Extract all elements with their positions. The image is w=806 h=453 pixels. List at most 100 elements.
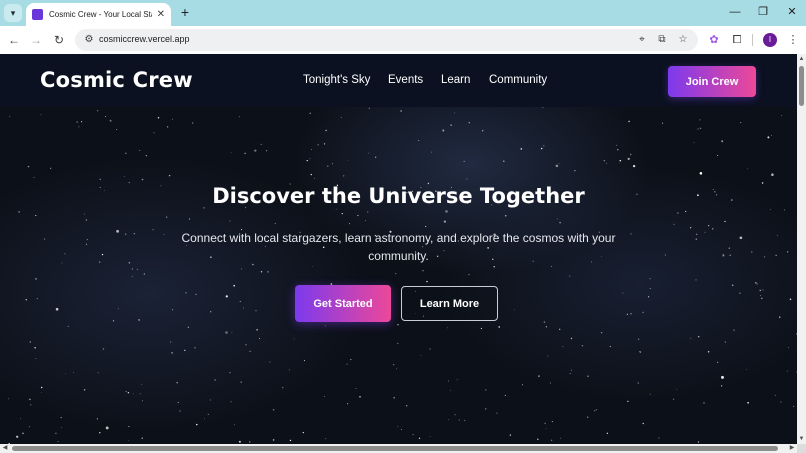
star <box>225 295 228 298</box>
minimize-icon[interactable]: — <box>726 4 744 20</box>
learn-more-button[interactable]: Learn More <box>401 286 498 321</box>
star <box>760 295 761 296</box>
star <box>397 342 399 345</box>
star <box>22 432 24 435</box>
plus-icon[interactable]: + <box>177 4 193 20</box>
star <box>309 112 311 114</box>
nav-events[interactable]: Events <box>388 74 423 86</box>
get-started-button[interactable]: Get Started <box>295 285 391 322</box>
address-bar[interactable]: ⚙ cosmiccrew.vercel.app ⌖ ⧉ ☆ <box>75 29 698 51</box>
star <box>724 220 726 223</box>
star <box>547 355 549 357</box>
nav-community[interactable]: Community <box>489 74 547 86</box>
star <box>214 379 216 381</box>
vertical-scroll-thumb[interactable] <box>799 66 804 106</box>
star <box>230 401 232 403</box>
star <box>420 355 422 356</box>
more-vertical-icon[interactable]: ⋮ <box>785 32 801 48</box>
star-icon[interactable]: ☆ <box>676 33 690 47</box>
arrow-right-icon[interactable]: → <box>28 32 44 48</box>
star <box>28 426 30 428</box>
star <box>647 296 650 298</box>
close-icon[interactable]: ✕ <box>157 9 165 20</box>
nav-tonights-sky[interactable]: Tonight's Sky <box>303 74 370 86</box>
star <box>549 382 551 384</box>
star <box>456 379 458 381</box>
star <box>724 341 726 343</box>
star <box>152 228 154 231</box>
browser-tab[interactable]: Cosmic Crew - Your Local Starg ✕ <box>26 3 171 26</box>
star <box>323 143 326 145</box>
star <box>259 337 261 340</box>
arrow-left-icon[interactable]: ← <box>6 32 22 48</box>
star <box>442 129 445 132</box>
star <box>480 327 482 330</box>
star <box>124 233 127 235</box>
install-app-icon[interactable]: ⧉ <box>655 33 669 47</box>
star <box>422 269 424 272</box>
star <box>310 148 313 150</box>
star <box>707 350 710 353</box>
star <box>574 170 576 172</box>
star <box>695 279 697 281</box>
star <box>195 293 197 296</box>
star <box>746 368 748 370</box>
location-pin-icon[interactable]: ⌖ <box>635 33 649 47</box>
scroll-right-icon[interactable]: ▶ <box>788 444 796 453</box>
star <box>238 440 241 443</box>
tab-title: Cosmic Crew - Your Local Starg <box>49 10 152 19</box>
star <box>400 110 402 112</box>
star <box>83 213 85 215</box>
star <box>73 371 74 373</box>
star <box>143 273 145 275</box>
star <box>350 359 352 361</box>
star <box>229 371 231 374</box>
star <box>331 163 334 165</box>
avatar[interactable]: I <box>763 33 777 47</box>
star <box>29 398 31 401</box>
scroll-left-icon[interactable]: ◀ <box>1 444 9 453</box>
vertical-scrollbar[interactable]: ▲ ▼ <box>797 54 806 444</box>
star <box>639 351 641 353</box>
puzzle-icon[interactable]: ⧠ <box>729 32 745 48</box>
scroll-up-icon[interactable]: ▲ <box>798 55 805 63</box>
star <box>446 327 448 329</box>
horizontal-scrollbar[interactable]: ◀ ▶ <box>0 444 797 453</box>
tune-icon[interactable]: ⚙ <box>82 33 96 47</box>
chevron-down-icon[interactable]: ▾ <box>4 4 22 22</box>
brand-logo[interactable]: Cosmic Crew <box>40 68 193 92</box>
close-window-icon[interactable]: ✕ <box>783 4 801 20</box>
star <box>341 212 343 215</box>
star <box>231 332 233 334</box>
star <box>628 120 630 123</box>
star <box>304 360 306 362</box>
star <box>194 347 196 349</box>
reload-icon[interactable]: ↻ <box>51 32 67 48</box>
star <box>127 391 130 394</box>
star <box>50 167 52 169</box>
star <box>559 221 561 224</box>
star <box>445 210 448 213</box>
star <box>20 418 21 420</box>
scroll-down-icon[interactable]: ▼ <box>798 435 805 443</box>
star <box>44 238 46 240</box>
star <box>789 298 792 301</box>
star <box>241 268 242 270</box>
star <box>325 438 327 440</box>
star <box>627 157 630 161</box>
star <box>464 419 466 422</box>
star <box>116 229 120 233</box>
url-text[interactable]: cosmiccrew.vercel.app <box>99 34 190 44</box>
join-crew-button[interactable]: Join Crew <box>668 66 756 97</box>
star <box>189 218 190 220</box>
star <box>458 419 460 421</box>
horizontal-scroll-thumb[interactable] <box>12 446 778 451</box>
browser-tab-strip: ▾ Cosmic Crew - Your Local Starg ✕ + — ❐… <box>0 0 806 26</box>
star <box>581 345 584 347</box>
colorful-extension-icon[interactable]: ✿ <box>706 32 722 48</box>
star <box>125 391 127 392</box>
nav-learn[interactable]: Learn <box>441 74 470 86</box>
star <box>630 233 632 235</box>
star <box>335 208 337 210</box>
restore-icon[interactable]: ❐ <box>754 4 772 20</box>
